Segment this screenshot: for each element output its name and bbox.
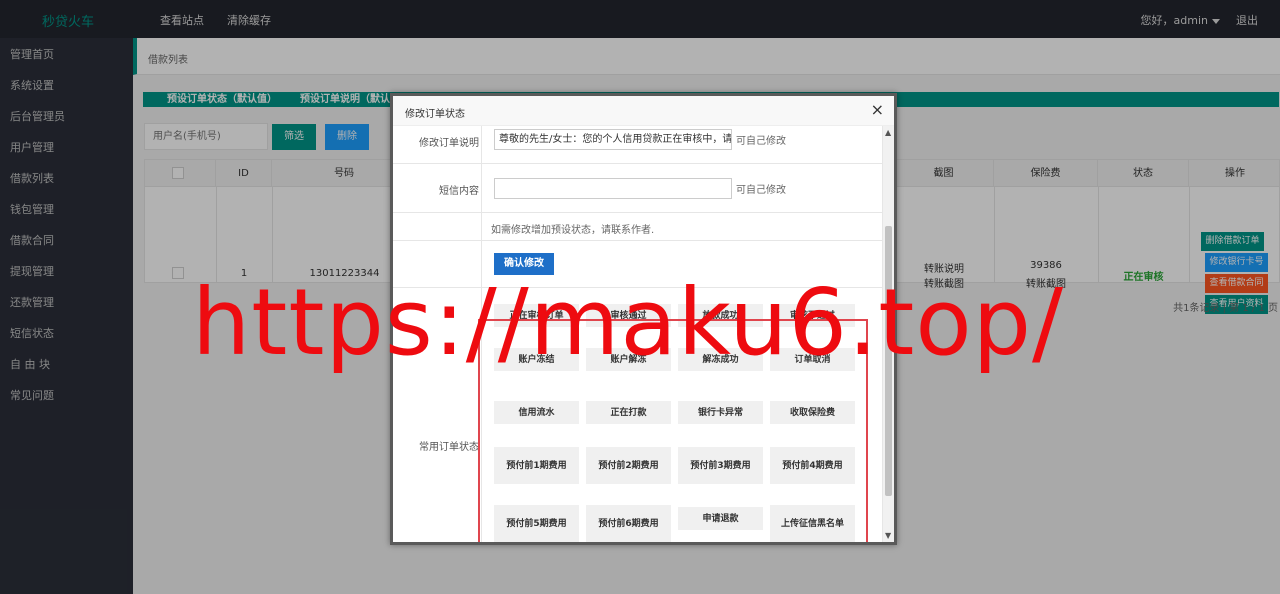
sms-label: 短信内容 <box>439 186 479 197</box>
desc-row: 修改订单说明 尊敬的先生/女士：您的个人信用贷款正在审核中，请耐心等待 可自己修… <box>393 126 885 164</box>
desc-field[interactable]: 尊敬的先生/女士：您的个人信用贷款正在审核中，请耐心等待 <box>494 129 732 150</box>
note-text: 如需修改增加预设状态，请联系作者. <box>491 225 655 236</box>
label-divider <box>481 164 482 212</box>
sms-hint: 可自己修改 <box>736 185 786 196</box>
scroll-down-icon[interactable]: ▼ <box>885 531 891 540</box>
label-divider <box>481 126 482 163</box>
sms-field[interactable] <box>494 178 732 199</box>
label-divider <box>481 213 482 240</box>
desc-hint: 可自己修改 <box>736 136 786 147</box>
note-row: 如需修改增加预设状态，请联系作者. <box>393 213 885 241</box>
close-icon[interactable]: × <box>871 101 884 119</box>
modal-header: 修改订单状态 × <box>393 96 894 126</box>
watermark-text: https://maku6.top/ <box>192 269 1065 376</box>
sms-row: 短信内容 可自己修改 <box>393 164 885 213</box>
scroll-up-icon[interactable]: ▲ <box>885 128 891 137</box>
modal-title: 修改订单状态 <box>405 109 465 120</box>
common-status-label: 常用订单状态 <box>419 442 479 453</box>
desc-label: 修改订单说明 <box>419 138 479 149</box>
